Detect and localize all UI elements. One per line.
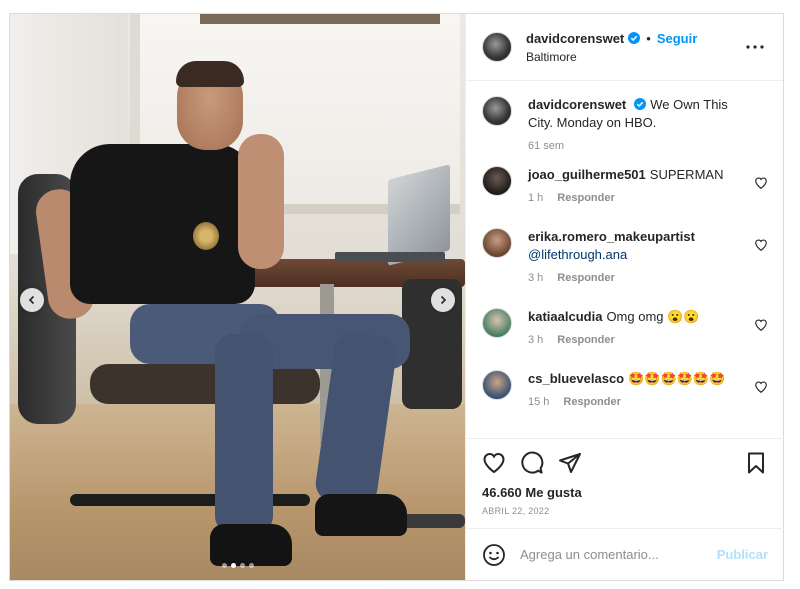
office-chair-base bbox=[70, 494, 310, 506]
verified-badge-icon bbox=[628, 32, 641, 44]
window-blind bbox=[200, 14, 440, 24]
comment-item: joao_guilherme501 SUPERMAN 1 h Responder bbox=[482, 166, 768, 228]
comment-item: cs_bluevelasco 🤩🤩🤩🤩🤩🤩 15 h Responder bbox=[482, 370, 768, 432]
comment-input[interactable] bbox=[520, 547, 717, 562]
comment-emoji: 🤩 bbox=[644, 371, 661, 386]
carousel-dot bbox=[231, 563, 236, 568]
caption: davidcorenswet We Own This City. Monday o… bbox=[482, 96, 768, 166]
share-icon[interactable] bbox=[558, 451, 582, 475]
chevron-right-icon bbox=[440, 295, 447, 305]
bookmark-icon[interactable] bbox=[744, 451, 768, 475]
comment-emoji: 🤩 bbox=[676, 371, 693, 386]
post-photo[interactable] bbox=[10, 14, 465, 580]
author-username[interactable]: davidcorenswet bbox=[526, 31, 624, 46]
comment-time[interactable]: 3 h bbox=[528, 272, 543, 284]
commenter-avatar[interactable] bbox=[482, 370, 512, 400]
reply-button[interactable]: Responder bbox=[563, 396, 620, 408]
carousel-dot bbox=[240, 563, 245, 568]
comment-time[interactable]: 3 h bbox=[528, 334, 543, 346]
caption-avatar[interactable] bbox=[482, 96, 512, 126]
carousel-indicator bbox=[222, 563, 254, 568]
comment-username[interactable]: erika.romero_makeupartist bbox=[528, 229, 695, 244]
person-shirt bbox=[70, 144, 255, 304]
post-location[interactable]: Baltimore bbox=[526, 50, 743, 64]
carousel-dot bbox=[222, 563, 227, 568]
more-options-icon bbox=[746, 45, 764, 49]
follow-button[interactable]: Seguir bbox=[657, 31, 697, 46]
heart-icon[interactable] bbox=[482, 451, 506, 475]
comment-text: SUPERMAN bbox=[649, 167, 724, 182]
post-side-panel: davidcorenswet • Seguir Baltimore davidc… bbox=[465, 14, 784, 580]
comment-text: Omg omg bbox=[606, 309, 664, 324]
comment-emoji: 🤩 bbox=[692, 371, 710, 386]
reply-button[interactable]: Responder bbox=[557, 334, 614, 346]
comment-time[interactable]: 1 h bbox=[528, 192, 543, 204]
like-count[interactable]: 46.660 Me gusta bbox=[482, 485, 768, 500]
comment-emoji: 😮 bbox=[683, 309, 700, 324]
comment-composer: Publicar bbox=[466, 528, 784, 580]
like-comment-heart-icon[interactable] bbox=[754, 176, 768, 190]
post-dialog: davidcorenswet • Seguir Baltimore davidc… bbox=[9, 13, 784, 581]
header-separator: • bbox=[646, 30, 651, 46]
laptop-base bbox=[335, 252, 445, 262]
comment-emoji: 🤩 bbox=[709, 371, 726, 386]
person-hair bbox=[176, 61, 244, 87]
comment-time[interactable]: 15 h bbox=[528, 396, 549, 408]
post-header: davidcorenswet • Seguir Baltimore bbox=[466, 14, 783, 81]
commenter-avatar[interactable] bbox=[482, 166, 512, 196]
comment-emoji: 🤩 bbox=[660, 371, 677, 386]
chevron-left-icon bbox=[28, 295, 35, 305]
caption-username[interactable]: davidcorenswet bbox=[528, 97, 626, 112]
comment-item: erika.romero_makeupartist @lifethrough.an… bbox=[482, 228, 768, 308]
caption-time[interactable]: 61 sem bbox=[528, 140, 564, 152]
comments-list[interactable]: davidcorenswet We Own This City. Monday o… bbox=[466, 82, 784, 438]
reply-button[interactable]: Responder bbox=[557, 192, 614, 204]
comment-emoji: 😮 bbox=[667, 309, 684, 324]
comment-item: katiaalcudia Omg omg 😮😮 3 h Responder bbox=[482, 308, 768, 370]
emoji-icon[interactable] bbox=[482, 543, 506, 567]
carousel-dot bbox=[249, 563, 254, 568]
boot-left bbox=[210, 524, 292, 566]
office-chair-seat bbox=[90, 364, 320, 404]
commenter-avatar[interactable] bbox=[482, 228, 512, 258]
carousel-next-button[interactable] bbox=[431, 288, 455, 312]
person-leg-left bbox=[215, 334, 273, 534]
comment-emoji: 🤩 bbox=[628, 371, 645, 386]
verified-badge-icon bbox=[634, 98, 647, 110]
reply-button[interactable]: Responder bbox=[557, 272, 614, 284]
publish-button[interactable]: Publicar bbox=[717, 547, 768, 562]
comment-username[interactable]: joao_guilherme501 bbox=[528, 167, 646, 182]
comment-icon[interactable] bbox=[520, 451, 544, 475]
comment-username[interactable]: cs_bluevelasco bbox=[528, 371, 624, 386]
like-comment-heart-icon[interactable] bbox=[754, 380, 768, 394]
boot-right bbox=[315, 494, 407, 536]
more-options-button[interactable] bbox=[743, 35, 767, 59]
person-arm-right bbox=[238, 134, 284, 269]
laptop bbox=[388, 164, 450, 266]
like-comment-heart-icon[interactable] bbox=[754, 318, 768, 332]
post-date: ABRIL 22, 2022 bbox=[482, 506, 550, 516]
commenter-avatar[interactable] bbox=[482, 308, 512, 338]
author-avatar[interactable] bbox=[482, 32, 512, 62]
comment-username[interactable]: katiaalcudia bbox=[528, 309, 602, 324]
police-badge bbox=[193, 222, 219, 250]
post-actions: 46.660 Me gusta ABRIL 22, 2022 bbox=[466, 438, 784, 528]
carousel-prev-button[interactable] bbox=[20, 288, 44, 312]
like-comment-heart-icon[interactable] bbox=[754, 238, 768, 252]
comment-mention-link[interactable]: @lifethrough.ana bbox=[528, 247, 627, 262]
